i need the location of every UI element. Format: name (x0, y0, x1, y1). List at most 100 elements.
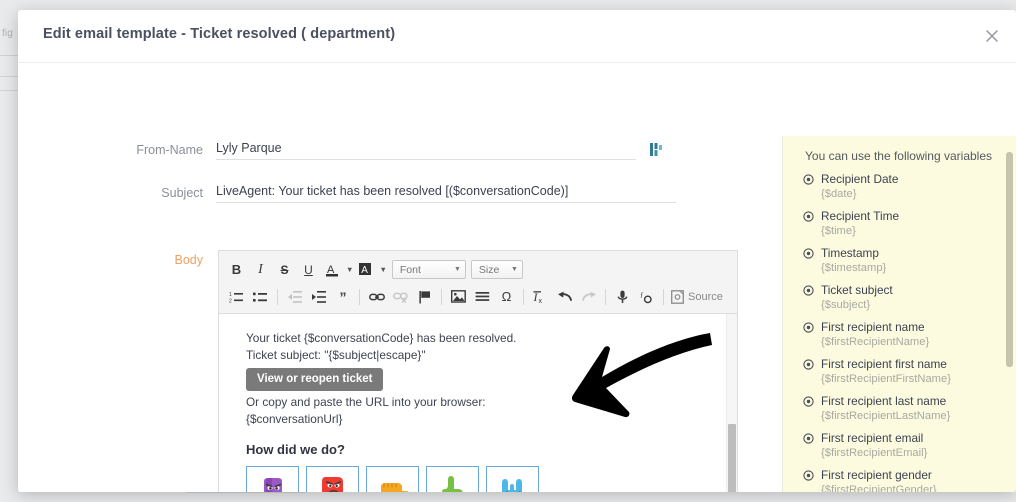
from-name-input[interactable] (216, 141, 636, 160)
insert-circle-icon (803, 322, 814, 333)
unlink-icon (389, 286, 412, 308)
toolbar-separator (523, 288, 524, 305)
spellcheck-icon[interactable]: ƒ (635, 286, 658, 308)
toolbar-separator (277, 288, 278, 305)
variable-item[interactable]: First recipient email {$firstRecipientEm… (783, 431, 1016, 468)
rating-angry[interactable] (246, 466, 299, 492)
variable-item[interactable]: First recipient gender {$firstRecipientG… (783, 468, 1016, 492)
variables-scrollbar[interactable] (1006, 152, 1013, 492)
svg-text:1: 1 (229, 292, 232, 298)
variable-item[interactable]: Recipient Date {$date} (783, 172, 1016, 209)
insert-circle-icon (803, 470, 814, 481)
svg-text:2: 2 (229, 298, 232, 304)
variable-item[interactable]: Recipient Time {$time} (783, 209, 1016, 246)
horizontal-rule-icon[interactable] (471, 286, 494, 308)
insert-image-icon[interactable] (447, 286, 470, 308)
svg-text:A: A (362, 265, 369, 276)
numbered-list-icon[interactable]: 1 2 (225, 286, 248, 308)
editor-toolbar: B I S U A ▼ A ▼ Font ▼ Size ▼ 1 2 ” Ω I … (219, 251, 737, 314)
anchor-flag-icon[interactable] (413, 286, 436, 308)
insert-circle-icon (803, 248, 814, 259)
toolbar-separator (441, 288, 442, 305)
variable-name: Ticket subject (821, 283, 893, 297)
variable-name: Recipient Date (821, 172, 899, 186)
variable-item[interactable]: First recipient last name {$firstRecipie… (783, 394, 1016, 431)
font-dropdown[interactable]: Font ▼ (391, 260, 466, 279)
toolbar-separator (359, 288, 360, 305)
body-line-3: Or copy and paste the URL into your brow… (246, 395, 486, 409)
toolbar-row-formatting: B I S U A ▼ A ▼ Font ▼ Size ▼ (225, 256, 731, 283)
body-line-2: Ticket subject: "{$subject|escape}" (246, 348, 426, 362)
rating-neutral[interactable] (366, 466, 419, 492)
text-color-icon[interactable]: A (321, 259, 344, 281)
variable-code: {$time} (821, 225, 856, 237)
size-dropdown-label: Size (478, 263, 500, 276)
view-or-reopen-ticket-button[interactable]: View or reopen ticket (246, 368, 384, 391)
svg-text:ƒ: ƒ (640, 290, 644, 299)
variable-code: {$timestamp} (821, 262, 887, 274)
size-dropdown[interactable]: Size ▼ (470, 260, 523, 279)
insert-variable-icon[interactable] (649, 142, 663, 157)
text-color-chevron-down-icon[interactable]: ▼ (346, 265, 353, 274)
variable-name: First recipient email (821, 431, 924, 445)
rating-thumbs-up[interactable] (426, 466, 479, 492)
link-icon[interactable] (365, 286, 388, 308)
editor-canvas[interactable]: Your ticket {$conversationCode} has been… (219, 314, 737, 492)
insert-circle-icon (803, 396, 814, 407)
source-button[interactable]: Source (669, 289, 723, 304)
variable-code: {$firstRecipientName} (821, 336, 930, 348)
strikethrough-icon[interactable]: S (273, 259, 296, 281)
screen-root: fig ch Edit email template - Ticket reso… (0, 0, 1016, 502)
variable-item[interactable]: Ticket subject {$subject} (783, 283, 1016, 320)
variable-code: {$firstRecipientFirstName} (821, 373, 951, 385)
underline-icon[interactable]: U (297, 259, 320, 281)
insert-circle-icon (803, 359, 814, 370)
rating-rock-on[interactable] (486, 466, 539, 492)
close-icon[interactable] (983, 27, 1001, 45)
redo-icon (577, 286, 600, 308)
editor-scrollbar[interactable] (726, 314, 737, 492)
subject-input[interactable] (216, 184, 676, 203)
modal-header: Edit email template - Ticket resolved ( … (18, 10, 1016, 63)
variables-list: Recipient Date {$date} Recipient Time {$… (783, 172, 1016, 492)
bold-icon[interactable]: B (225, 259, 248, 281)
variables-panel: You can use the following variables Reci… (782, 136, 1016, 492)
rating-thumbs-down[interactable] (306, 466, 359, 492)
toolbar-row-insert: 1 2 ” Ω I x ƒ Source (225, 283, 731, 310)
body-label: Body (174, 253, 204, 267)
source-code-icon (671, 289, 684, 304)
toolbar-separator (663, 288, 664, 305)
variables-scrollbar-thumb[interactable] (1006, 152, 1013, 367)
bulleted-list-icon[interactable] (249, 286, 272, 308)
from-name-label: From-Name (136, 143, 203, 157)
insert-circle-icon (803, 433, 814, 444)
variable-code: {$firstRecipientLastName} (821, 410, 951, 422)
editor-content[interactable]: Your ticket {$conversationCode} has been… (219, 314, 727, 492)
undo-icon[interactable] (553, 286, 576, 308)
body-line-1: Your ticket {$conversationCode} has been… (246, 331, 517, 345)
toolbar-separator (605, 288, 606, 305)
variable-item[interactable]: First recipient first name {$firstRecipi… (783, 357, 1016, 394)
variable-code: {$date} (821, 188, 857, 200)
variable-item[interactable]: First recipient name {$firstRecipientNam… (783, 320, 1016, 357)
chevron-down-icon: ▼ (453, 266, 461, 273)
rating-heading: How did we do? (246, 442, 345, 457)
variable-code: {$firstRecipientEmail} (821, 447, 928, 459)
variable-item[interactable]: Timestamp {$timestamp} (783, 246, 1016, 283)
blockquote-icon[interactable]: ” (331, 286, 354, 308)
special-character-icon[interactable]: Ω (495, 286, 518, 308)
chevron-down-icon: ▼ (510, 266, 518, 273)
insert-circle-icon (803, 285, 814, 296)
background-color-chevron-down-icon[interactable]: ▼ (379, 265, 386, 274)
source-button-label: Source (688, 290, 723, 303)
indent-icon[interactable] (307, 286, 330, 308)
editor-scrollbar-thumb[interactable] (728, 424, 736, 492)
microphone-icon[interactable] (611, 286, 634, 308)
variable-name: First recipient last name (821, 394, 947, 408)
edit-email-template-modal: Edit email template - Ticket resolved ( … (18, 10, 1016, 492)
variable-name: Timestamp (821, 246, 879, 260)
italic-icon[interactable]: I (249, 259, 272, 281)
background-color-icon[interactable]: A (354, 259, 377, 281)
variable-code: {$subject} (821, 299, 871, 311)
remove-format-icon[interactable]: I x (529, 286, 552, 308)
